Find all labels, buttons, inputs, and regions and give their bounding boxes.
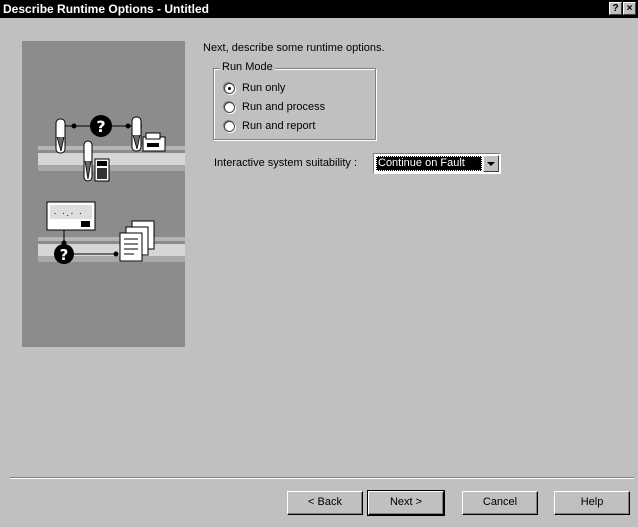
back-button[interactable]: < Back <box>287 491 363 515</box>
question-icon: ? <box>54 244 74 264</box>
help-button[interactable]: Help <box>554 491 630 515</box>
svg-text:?: ? <box>96 117 105 136</box>
radio-button[interactable] <box>224 120 235 132</box>
suitability-selected-value[interactable]: Continue on Fault <box>376 156 482 171</box>
radio-button[interactable] <box>224 101 235 113</box>
svg-text:· ·.· ·: · ·.· · <box>53 210 83 218</box>
footer-separator <box>10 477 634 479</box>
chevron-down-icon[interactable] <box>483 155 499 172</box>
suitability-dropdown[interactable]: Continue on Fault <box>373 153 501 174</box>
printer-icon <box>142 132 166 152</box>
radio-run-and-process[interactable]: Run and process <box>224 99 325 115</box>
run-mode-legend: Run Mode <box>220 61 275 73</box>
run-mode-group: Run Mode Run only Run and process Run an… <box>213 61 376 140</box>
radio-button[interactable] <box>224 82 235 94</box>
radio-label: Run only <box>242 82 286 94</box>
radio-label: Run and process <box>242 101 326 113</box>
probe-icon <box>131 116 142 152</box>
next-button[interactable]: Next > <box>367 490 445 516</box>
probe-icon <box>55 118 66 154</box>
radio-run-and-report[interactable]: Run and report <box>224 118 315 134</box>
radio-run-only[interactable]: Run only <box>224 80 285 96</box>
help-icon[interactable]: ? <box>609 2 622 15</box>
radio-label: Run and report <box>242 120 316 132</box>
suitability-label: Interactive system suitability : <box>214 157 358 169</box>
svg-text:?: ? <box>60 246 69 264</box>
probe-icon <box>83 140 93 182</box>
close-icon[interactable]: × <box>623 2 636 15</box>
cancel-button[interactable]: Cancel <box>462 491 538 515</box>
calculator-icon <box>94 158 110 182</box>
intro-text: Next, describe some runtime options. <box>203 42 385 54</box>
window-title: Describe Runtime Options - Untitled <box>3 2 210 16</box>
title-bar[interactable]: Describe Runtime Options - Untitled ? × <box>0 0 638 18</box>
wizard-illustration: ? · ·.· · ? <box>22 41 185 347</box>
terminal-icon: · ·.· · <box>46 201 96 231</box>
question-icon: ? <box>90 115 112 137</box>
